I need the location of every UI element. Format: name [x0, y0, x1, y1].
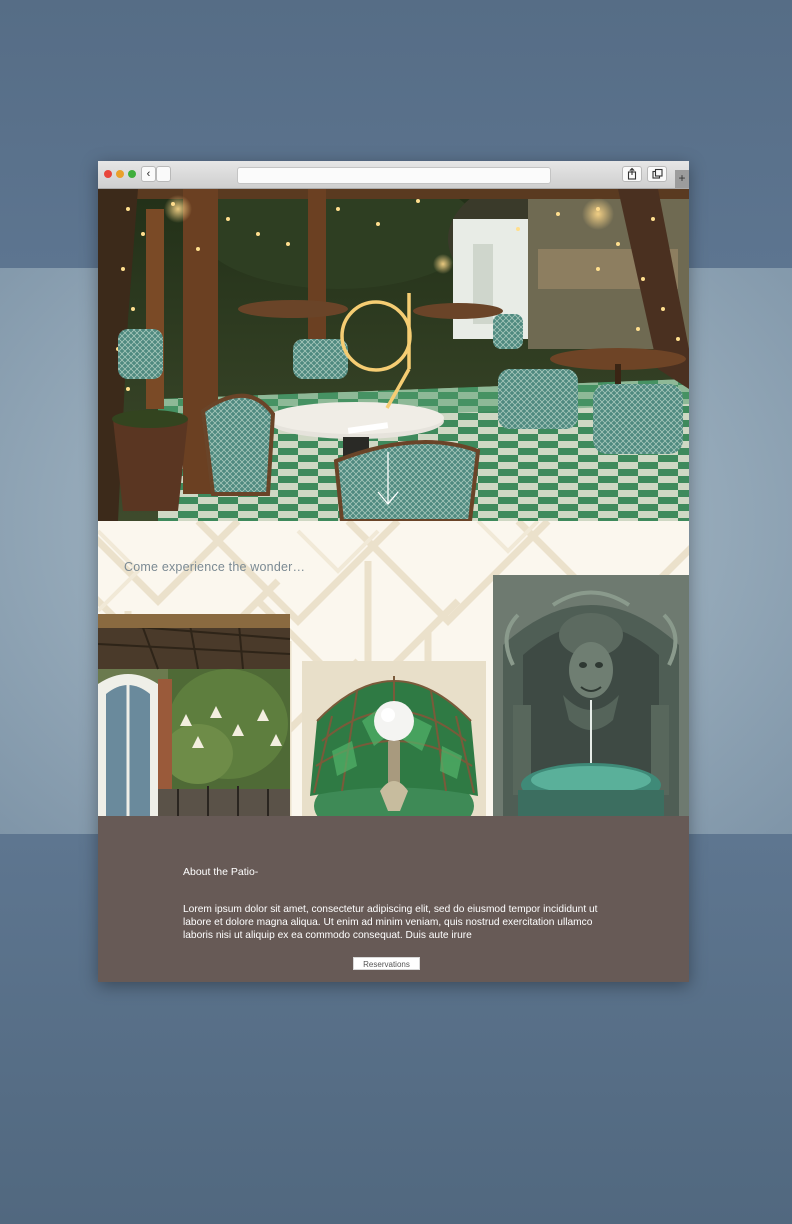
minimize-window-button[interactable] [116, 170, 124, 178]
share-button[interactable] [622, 166, 642, 182]
close-window-button[interactable] [104, 170, 112, 178]
share-icon [627, 167, 637, 180]
forward-button[interactable] [156, 166, 171, 182]
address-bar[interactable] [237, 167, 551, 184]
tabs-button[interactable] [647, 166, 667, 182]
reservations-button[interactable]: Reservations [353, 957, 420, 970]
fountain-photo [493, 575, 689, 816]
zoom-window-button[interactable] [128, 170, 136, 178]
about-body: Lorem ipsum dolor sit amet, consectetur … [183, 904, 598, 941]
tiffany-lamp-photo [302, 661, 486, 816]
hero-image [98, 189, 689, 521]
back-button[interactable]: ‹ [141, 166, 156, 182]
browser-window: ‹ + Come experience the wonder… About th… [98, 161, 689, 982]
about-section: About the Patio- Lorem ipsum dolor sit a… [98, 816, 689, 982]
browser-toolbar: ‹ + [98, 161, 689, 189]
about-title: About the Patio- [183, 866, 259, 878]
new-tab-button[interactable]: + [675, 170, 689, 188]
tagline: Come experience the wonder… [124, 560, 306, 574]
tabs-icon [652, 168, 663, 179]
back-label: ‹ [146, 168, 151, 180]
patio-photo [98, 614, 290, 816]
